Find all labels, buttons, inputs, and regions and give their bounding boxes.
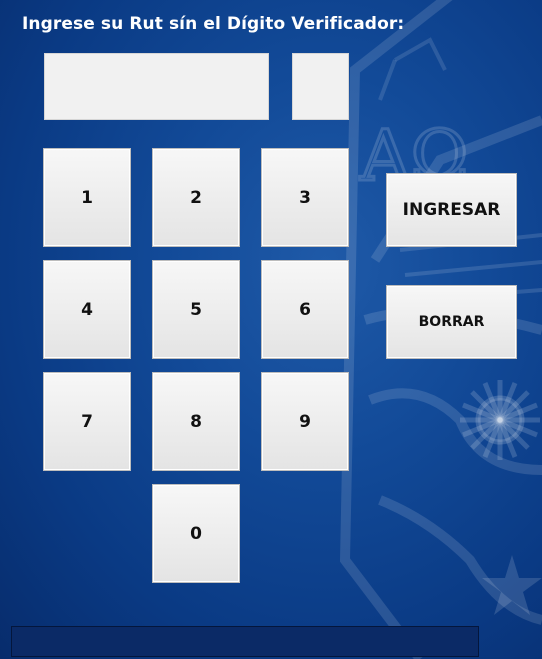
page-title: Ingrese su Rut sín el Dígito Verificador… — [22, 14, 405, 34]
rut-input[interactable] — [44, 53, 269, 120]
keypad-button-4[interactable]: 4 — [43, 260, 131, 359]
keypad-button-9[interactable]: 9 — [261, 372, 349, 471]
keypad-button-0[interactable]: 0 — [152, 484, 240, 583]
borrar-button[interactable]: BORRAR — [386, 285, 517, 359]
login-screen: AΩ Ingrese su Rut sín el Dígito Verifica… — [0, 0, 542, 659]
keypad-button-8[interactable]: 8 — [152, 372, 240, 471]
keypad-button-5[interactable]: 5 — [152, 260, 240, 359]
star-emblem — [482, 555, 542, 615]
sun-emblem — [460, 380, 540, 460]
keypad-button-2[interactable]: 2 — [152, 148, 240, 247]
ingresar-button[interactable]: INGRESAR — [386, 173, 517, 247]
status-bar — [11, 626, 479, 657]
check-digit-input[interactable] — [292, 53, 349, 120]
keypad-button-7[interactable]: 7 — [43, 372, 131, 471]
keypad-button-6[interactable]: 6 — [261, 260, 349, 359]
keypad-button-3[interactable]: 3 — [261, 148, 349, 247]
keypad-button-1[interactable]: 1 — [43, 148, 131, 247]
